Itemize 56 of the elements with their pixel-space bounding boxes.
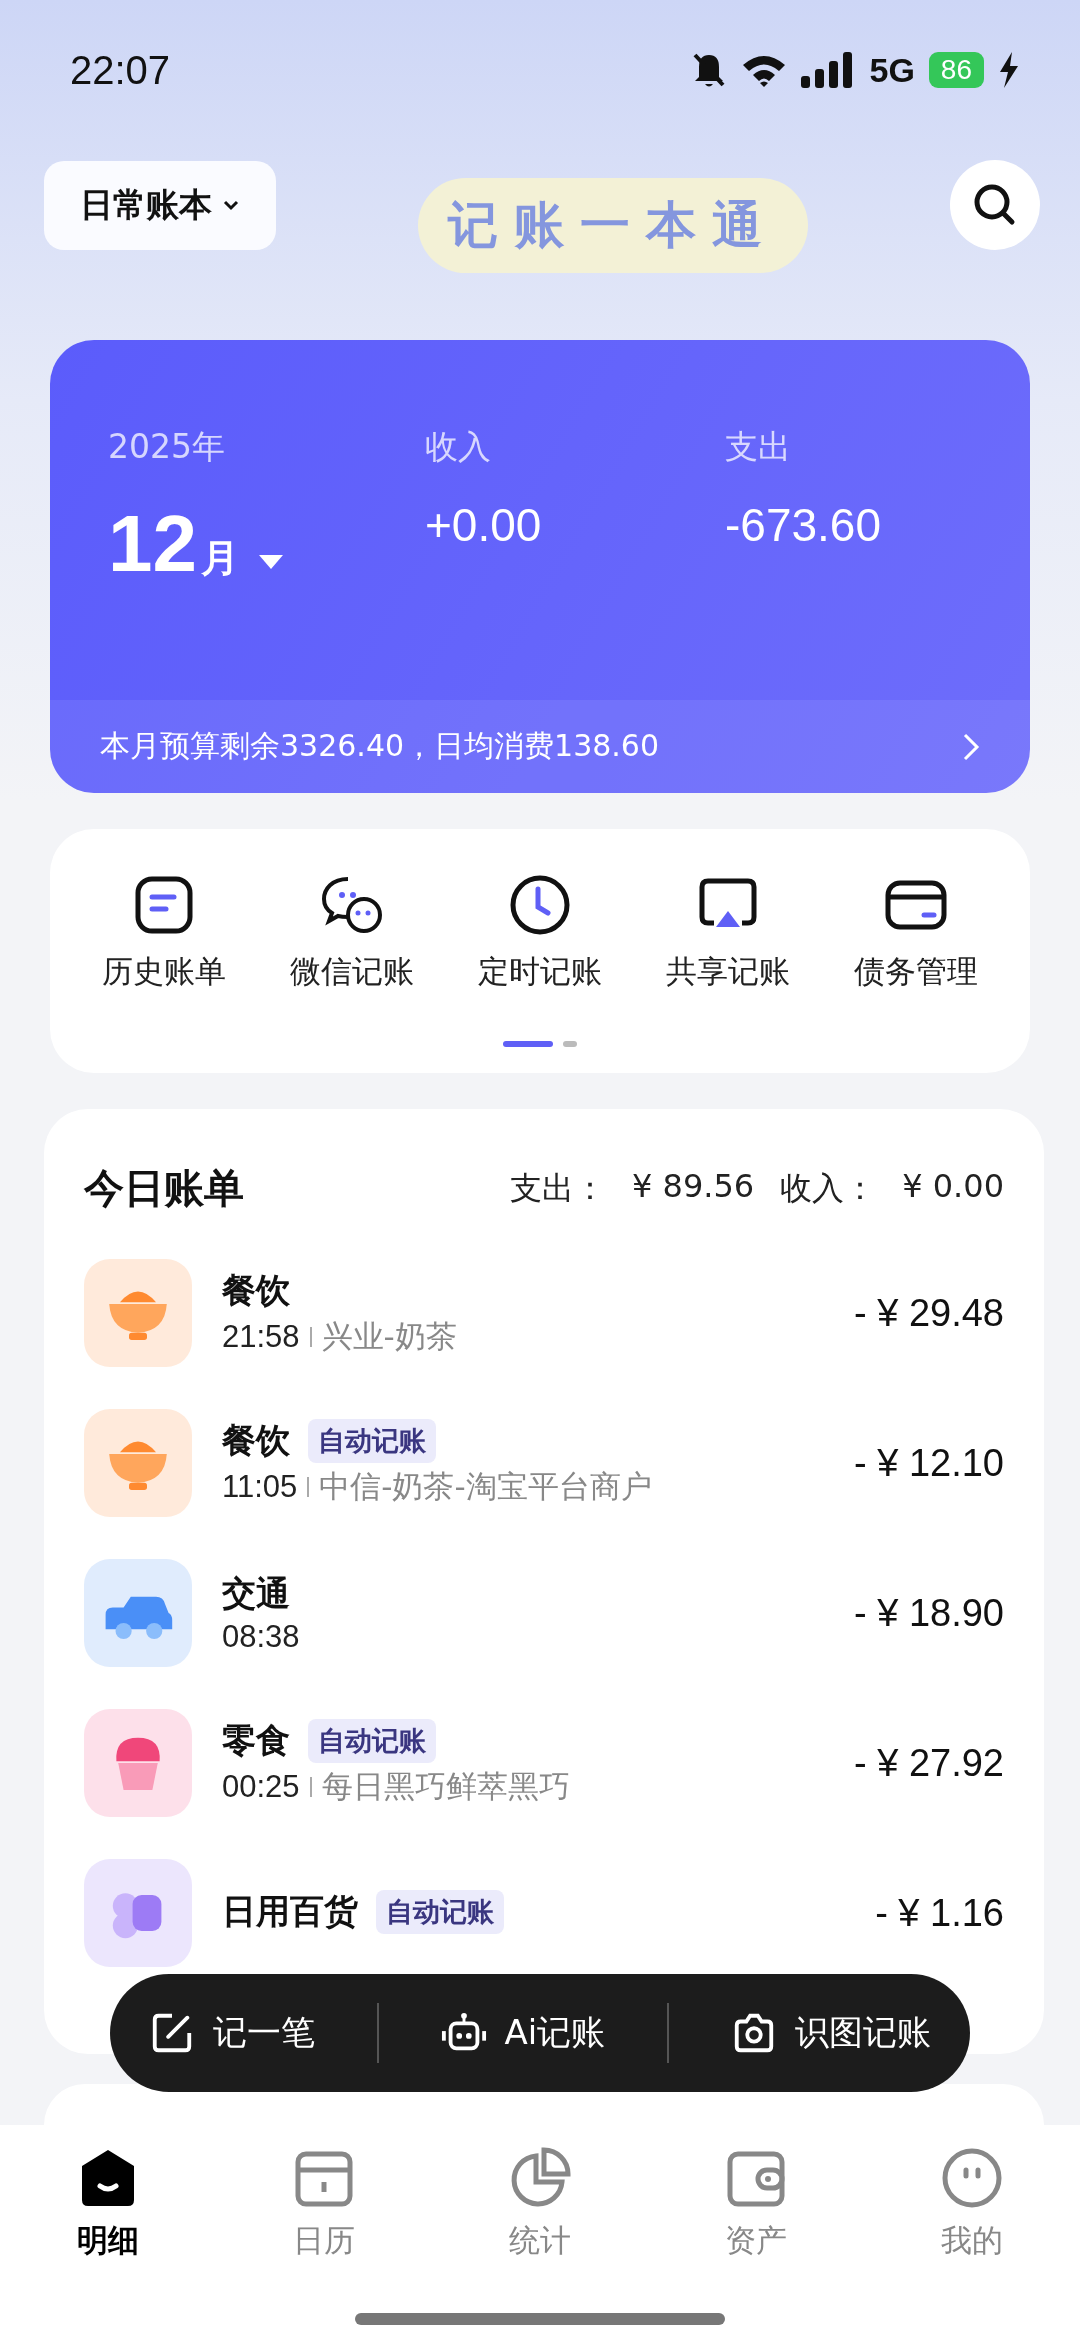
entry-time: 08:38 (222, 1619, 300, 1655)
entry-note: 中信-奶茶-淘宝平台商户 (319, 1467, 652, 1506)
chevron-down-icon (222, 199, 240, 211)
entry-amount: - ¥ 27.92 (854, 1741, 1004, 1785)
nav-tab[interactable]: 统计 (465, 2145, 615, 2265)
category-name: 餐饮 (222, 1419, 290, 1462)
auto-tag: 自动记账 (308, 1719, 436, 1763)
auto-tag: 自动记账 (308, 1419, 436, 1463)
nav-tab[interactable]: 资产 (681, 2145, 831, 2265)
wifi-icon (741, 53, 788, 87)
shortcut-label[interactable]: 共享记账 (666, 951, 790, 993)
face-icon (940, 2146, 1004, 2210)
network-type: 5G (869, 50, 915, 90)
shortcut-label[interactable]: 债务管理 (854, 951, 978, 993)
nav-tab[interactable]: 明细 (33, 2145, 183, 2265)
entry-amount: - ¥ 18.90 (854, 1591, 1004, 1635)
app-logo: 记账一本通 (418, 177, 808, 273)
status-time: 22:07 (70, 47, 171, 93)
entry-note: 兴业-奶茶 (321, 1317, 457, 1356)
month-unit: 月 (201, 535, 239, 582)
chevron-right-icon[interactable] (962, 731, 980, 762)
month-number[interactable]: 12 (108, 498, 197, 590)
nav-tab[interactable]: 我的 (897, 2145, 1047, 2265)
entry-amount: - ¥ 29.48 (854, 1291, 1004, 1335)
shortcut-label[interactable]: 定时记账 (478, 951, 602, 993)
auto-tag: 自动记账 (376, 1890, 504, 1934)
entry-amount: - ¥ 1.16 (875, 1891, 1004, 1935)
entry-amount: - ¥ 12.10 (854, 1441, 1004, 1485)
entry-note: 每日黑巧鲜萃黑巧 (321, 1767, 570, 1806)
income-total-label: 收入： (780, 1167, 877, 1209)
shortcut-label[interactable]: 历史账单 (102, 951, 226, 993)
dropdown-icon[interactable] (257, 553, 285, 571)
battery-level: 86 (928, 52, 984, 88)
section-title: 今日账单 (84, 1164, 244, 1213)
entry-time: 00:25 (222, 1769, 300, 1805)
quick-action-button[interactable]: 识图记账 (715, 2000, 947, 2066)
category-name: 零食 (222, 1719, 290, 1762)
expense-total: ¥ 89.56 (632, 1166, 755, 1207)
shortcut-label[interactable]: 微信记账 (290, 951, 414, 993)
entry-time: 11:05 (222, 1469, 298, 1505)
income-total: ¥ 0.00 (902, 1166, 1004, 1207)
category-name: 日用百货 (222, 1890, 358, 1933)
income-label: 收入 (425, 426, 492, 468)
category-name: 餐饮 (222, 1269, 290, 1312)
income-amount: +0.00 (425, 498, 543, 552)
charging-icon (998, 52, 1020, 88)
expense-label: 支出 (725, 426, 792, 468)
account-book-selector[interactable]: 日常账本 (44, 160, 276, 250)
nav-tab[interactable]: 日历 (249, 2145, 399, 2265)
category-name: 交通 (222, 1572, 290, 1615)
year-label: 2025年 (108, 426, 226, 468)
expense-amount: -673.60 (725, 498, 881, 552)
entry-time: 21:58 (222, 1319, 300, 1355)
quick-action-button[interactable]: 记一笔 (132, 2000, 331, 2066)
quick-action-button[interactable]: Ai记账 (424, 2000, 622, 2066)
expense-total-label: 支出： (510, 1167, 607, 1209)
